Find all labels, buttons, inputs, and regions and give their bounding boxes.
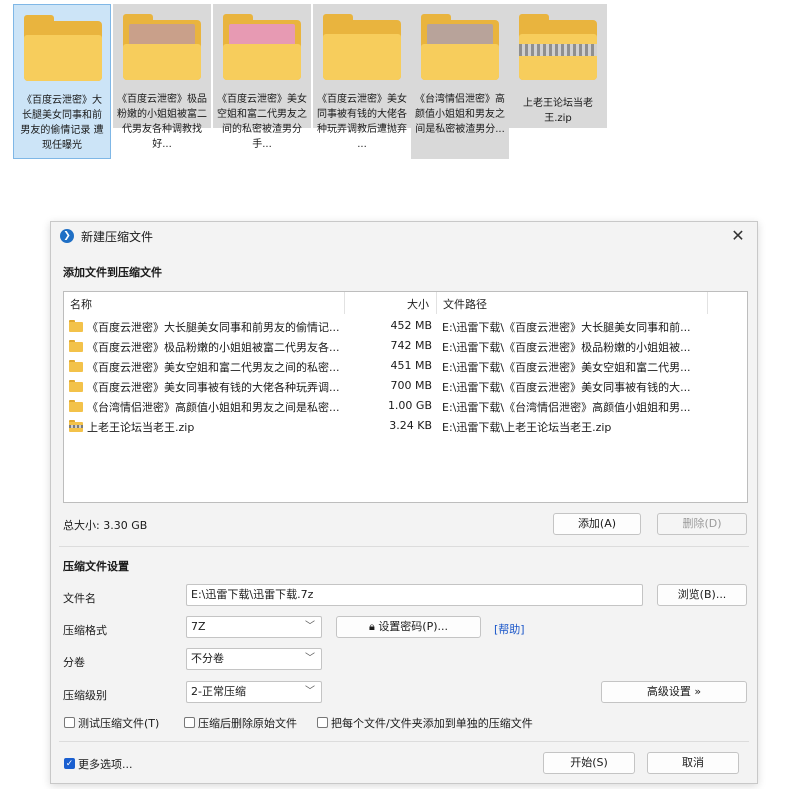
delete-after-label[interactable]: 压缩后删除原始文件 (198, 715, 297, 731)
total-size: 总大小: 3.30 GB (63, 519, 148, 532)
folder-icon (69, 340, 83, 352)
format-value: 7Z (191, 620, 206, 633)
folder-icon (69, 320, 83, 332)
level-value: 2-正常压缩 (191, 685, 246, 698)
table-row[interactable]: 《百度云泄密》美女空姐和富二代男友之间的私密... 451 MB E:\迅雷下载… (64, 357, 747, 377)
row-size: 700 MB (390, 379, 432, 392)
filename-input[interactable]: E:\迅雷下载\迅雷下载.7z (186, 584, 643, 606)
chevron-down-icon: ﹀ (305, 621, 315, 632)
browse-button[interactable]: 浏览(B)... (657, 584, 747, 606)
delete-after-checkbox[interactable] (184, 717, 195, 728)
folder-icon (24, 15, 102, 81)
file-tile[interactable]: 《台湾情侣泄密》高颜值小姐姐和男友之间是私密被渣男分... (411, 4, 509, 159)
folder-icon (223, 14, 301, 80)
file-name: 《百度云泄密》大长腿美女同事和前男友的偷情记录 遭现任曝光 (20, 95, 104, 151)
file-tile[interactable]: 《百度云泄密》极品粉嫩的小姐姐被富二代男友各种调教找好... (113, 4, 211, 150)
file-tile[interactable]: 《百度云泄密》美女空姐和富二代男友之间的私密被渣男分手... (213, 4, 311, 150)
file-name: 《百度云泄密》美女空姐和富二代男友之间的私密被渣男分手... (217, 94, 307, 150)
zip-icon (519, 14, 597, 80)
separate-archives-label[interactable]: 把每个文件/文件夹添加到单独的压缩文件 (331, 715, 533, 731)
row-path: E:\迅雷下载\《百度云泄密》极品粉嫩的小姐姐被... (442, 341, 691, 354)
row-name: 《百度云泄密》美女空姐和富二代男友之间的私密... (87, 361, 340, 374)
add-files-section-label: 添加文件到压缩文件 (63, 266, 162, 279)
new-archive-dialog: ❯ 新建压缩文件 ✕ 添加文件到压缩文件 名称 大小 文件路径 《百度云泄密》大… (50, 221, 758, 784)
chevron-down-icon: ﹀ (305, 686, 315, 697)
row-name: 上老王论坛当老王.zip (87, 421, 195, 434)
format-select[interactable]: 7Z ﹀ (186, 616, 322, 638)
filename-label: 文件名 (63, 592, 96, 605)
row-name: 《百度云泄密》大长腿美女同事和前男友的偷情记... (87, 321, 340, 334)
start-button[interactable]: 开始(S) (543, 752, 635, 774)
archive-settings-section-label: 压缩文件设置 (63, 560, 129, 573)
table-row[interactable]: 《百度云泄密》美女同事被有钱的大佬各种玩弄调... 700 MB E:\迅雷下载… (64, 377, 747, 397)
remove-button[interactable]: 删除(D) (657, 513, 747, 535)
table-row[interactable]: 上老王论坛当老王.zip 3.24 KB E:\迅雷下载\上老王论坛当老王.zi… (64, 417, 747, 437)
column-header-path[interactable]: 文件路径 (443, 296, 487, 312)
add-button[interactable]: 添加(A) (553, 513, 641, 535)
lock-icon: 🔒︎ (368, 620, 375, 633)
row-name: 《百度云泄密》极品粉嫩的小姐姐被富二代男友各... (87, 341, 340, 354)
set-password-label: 设置密码(P)... (378, 620, 449, 633)
zip-icon (69, 420, 83, 432)
advanced-settings-button[interactable]: 高级设置 » (601, 681, 747, 703)
file-tile[interactable]: 上老王论坛当老王.zip (509, 4, 607, 128)
folder-icon (123, 14, 201, 80)
test-archive-label[interactable]: 测试压缩文件(T) (78, 715, 159, 731)
row-path: E:\迅雷下载\《百度云泄密》美女同事被有钱的大... (442, 381, 691, 394)
split-value: 不分卷 (191, 652, 224, 665)
folder-icon (323, 14, 401, 80)
row-path: E:\迅雷下载\《百度云泄密》大长腿美女同事和前... (442, 321, 691, 334)
row-size: 1.00 GB (387, 399, 432, 412)
file-name: 《台湾情侣泄密》高颜值小姐姐和男友之间是私密被渣男分... (415, 94, 505, 135)
row-size: 451 MB (390, 359, 432, 372)
split-select[interactable]: 不分卷 ﹀ (186, 648, 322, 670)
file-tile[interactable]: 《百度云泄密》大长腿美女同事和前男友的偷情记录 遭现任曝光 (13, 4, 111, 159)
level-select[interactable]: 2-正常压缩 ﹀ (186, 681, 322, 703)
separate-archives-checkbox[interactable] (317, 717, 328, 728)
folder-icon (69, 360, 83, 372)
file-name: 《百度云泄密》极品粉嫩的小姐姐被富二代男友各种调教找好... (117, 94, 207, 150)
test-archive-checkbox[interactable] (64, 717, 75, 728)
folder-icon (69, 380, 83, 392)
row-size: 452 MB (390, 319, 432, 332)
set-password-button[interactable]: 🔒︎ 设置密码(P)... (336, 616, 481, 638)
level-label: 压缩级别 (63, 689, 107, 702)
more-options-label[interactable]: 更多选项... (78, 756, 133, 772)
column-header-name[interactable]: 名称 (70, 296, 92, 312)
split-label: 分卷 (63, 656, 85, 669)
chevron-down-icon: ﹀ (305, 653, 315, 664)
dialog-title: 新建压缩文件 (81, 230, 154, 244)
file-name: 《百度云泄密》美女同事被有钱的大佬各种玩弄调教后遭抛弃 ... (317, 94, 407, 150)
column-header-size[interactable]: 大小 (407, 296, 429, 312)
row-path: E:\迅雷下载\《百度云泄密》美女空姐和富二代男... (442, 361, 691, 374)
folder-icon (69, 400, 83, 412)
row-path: E:\迅雷下载\《台湾情侣泄密》高颜值小姐姐和男... (442, 401, 691, 414)
more-options-checkbox[interactable]: ✓ (64, 758, 75, 769)
file-name: 上老王论坛当老王.zip (523, 98, 593, 124)
close-icon[interactable]: ✕ (727, 225, 749, 247)
table-row[interactable]: 《台湾情侣泄密》高颜值小姐姐和男友之间是私密... 1.00 GB E:\迅雷下… (64, 397, 747, 417)
row-size: 3.24 KB (389, 419, 432, 432)
table-row[interactable]: 《百度云泄密》极品粉嫩的小姐姐被富二代男友各... 742 MB E:\迅雷下载… (64, 337, 747, 357)
file-list[interactable]: 名称 大小 文件路径 《百度云泄密》大长腿美女同事和前男友的偷情记... 452… (63, 291, 748, 503)
folder-icon (421, 14, 499, 80)
row-name: 《百度云泄密》美女同事被有钱的大佬各种玩弄调... (87, 381, 340, 394)
row-size: 742 MB (390, 339, 432, 352)
table-row[interactable]: 《百度云泄密》大长腿美女同事和前男友的偷情记... 452 MB E:\迅雷下载… (64, 317, 747, 337)
row-name: 《台湾情侣泄密》高颜值小姐姐和男友之间是私密... (87, 401, 340, 414)
help-link[interactable]: [帮助] (494, 621, 525, 637)
bandizip-app-icon: ❯ (60, 229, 74, 243)
row-path: E:\迅雷下载\上老王论坛当老王.zip (442, 421, 612, 434)
title-bar: ❯ 新建压缩文件 ✕ (51, 222, 757, 250)
cancel-button[interactable]: 取消 (647, 752, 739, 774)
format-label: 压缩格式 (63, 624, 107, 637)
file-tile[interactable]: 《百度云泄密》美女同事被有钱的大佬各种玩弄调教后遭抛弃 ... (313, 4, 411, 150)
